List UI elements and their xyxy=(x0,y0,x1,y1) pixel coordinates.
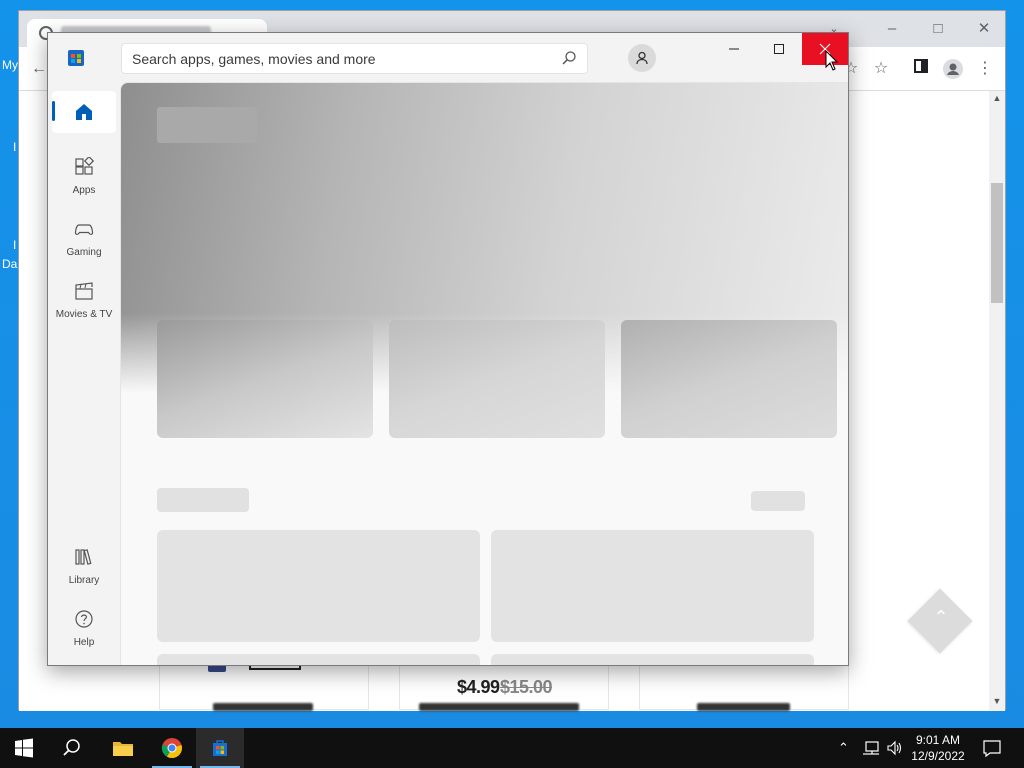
tile-placeholder[interactable] xyxy=(491,530,814,642)
nav-item-apps[interactable]: Apps xyxy=(52,149,116,205)
nav-label-help: Help xyxy=(73,637,95,648)
file-explorer-button[interactable] xyxy=(98,728,146,768)
nav-item-help[interactable]: Help xyxy=(52,601,116,657)
taskbar: ⌃ 9:01 AM 12/9/2022 xyxy=(0,728,1024,768)
store-window: Apps Gaming Movies & TV Library xyxy=(47,32,849,666)
home-icon xyxy=(76,104,92,120)
clock-time: 9:01 AM xyxy=(915,733,961,747)
desktop-label-fragment: I xyxy=(13,238,17,252)
navigation-rail: Apps Gaming Movies & TV Library Help xyxy=(48,83,120,665)
library-icon xyxy=(75,549,92,565)
nav-label-apps: Apps xyxy=(72,185,96,196)
chrome-icon xyxy=(161,738,182,759)
store-taskbar-button[interactable] xyxy=(196,728,244,768)
network-icon[interactable] xyxy=(862,740,880,756)
chrome-maximize-button[interactable]: □ xyxy=(915,15,961,43)
profile-avatar-icon[interactable] xyxy=(943,59,963,79)
search-icon[interactable] xyxy=(561,50,577,66)
chrome-close-button[interactable]: ✕ xyxy=(961,15,1007,43)
search-button[interactable] xyxy=(48,728,96,768)
see-all-placeholder[interactable] xyxy=(751,491,805,511)
desktop-label-fragment: My xyxy=(2,58,18,72)
apps-icon xyxy=(75,157,94,175)
search-box[interactable] xyxy=(121,43,588,74)
start-button[interactable] xyxy=(0,728,48,768)
chrome-menu-icon[interactable]: ⋮ xyxy=(975,59,995,79)
help-icon xyxy=(75,610,93,628)
product-title-cut xyxy=(419,703,579,711)
windows-logo-icon xyxy=(15,738,33,758)
tile-placeholder[interactable] xyxy=(491,654,814,665)
product-price-cut xyxy=(697,703,790,711)
clock-date: 12/9/2022 xyxy=(911,749,965,763)
hero-card-placeholder[interactable] xyxy=(621,320,837,438)
product-old-price: $15.00 xyxy=(500,677,553,697)
page-scrollbar[interactable]: ▲ ▼ xyxy=(989,91,1005,711)
scroll-up-icon[interactable]: ▲ xyxy=(992,93,1002,103)
store-icon xyxy=(213,740,227,756)
side-panel-icon[interactable] xyxy=(911,59,931,79)
person-icon xyxy=(636,51,648,65)
store-content xyxy=(120,82,848,665)
maximize-icon xyxy=(774,44,784,54)
system-clock[interactable]: 9:01 AM 12/9/2022 xyxy=(900,732,976,764)
nav-label-library: Library xyxy=(68,575,100,586)
hero-card-placeholder[interactable] xyxy=(389,320,605,438)
chrome-taskbar-button[interactable] xyxy=(148,728,196,768)
minimize-button[interactable] xyxy=(711,33,757,65)
back-arrow-icon[interactable]: ← xyxy=(29,59,49,79)
scroll-thumb[interactable] xyxy=(991,183,1003,303)
scroll-down-icon[interactable]: ▼ xyxy=(992,696,1002,706)
search-icon xyxy=(63,739,80,756)
game-controller-icon xyxy=(74,224,94,235)
nav-item-movies-tv[interactable]: Movies & TV xyxy=(52,273,116,329)
clapperboard-icon xyxy=(75,282,93,300)
nav-item-home[interactable] xyxy=(52,91,116,133)
mouse-cursor-icon xyxy=(825,50,839,71)
account-button[interactable] xyxy=(628,44,656,72)
product-price-cut xyxy=(213,703,313,711)
bookmark-star-icon[interactable]: ☆ xyxy=(871,59,891,79)
chevron-up-icon: ⌃ xyxy=(933,607,949,627)
chevron-up-icon[interactable]: ⌃ xyxy=(838,740,849,756)
desktop-label-fragment: I xyxy=(13,140,17,154)
product-price: $4.99 xyxy=(457,677,500,697)
search-input[interactable] xyxy=(132,44,552,73)
nav-label-movies-tv: Movies & TV xyxy=(55,309,113,320)
nav-label-gaming: Gaming xyxy=(66,247,102,258)
hero-title-placeholder xyxy=(157,107,257,143)
folder-icon xyxy=(113,742,133,756)
nav-item-library[interactable]: Library xyxy=(52,539,116,595)
maximize-button[interactable] xyxy=(756,33,802,65)
store-logo-icon xyxy=(68,50,84,66)
hero-card-placeholder[interactable] xyxy=(157,320,373,438)
minimize-icon xyxy=(729,48,739,50)
section-title-placeholder xyxy=(157,488,249,512)
notification-center-icon[interactable] xyxy=(982,738,1002,758)
tile-placeholder[interactable] xyxy=(157,654,480,665)
nav-item-gaming[interactable]: Gaming xyxy=(52,211,116,267)
selected-indicator xyxy=(52,101,55,121)
desktop-label-fragment: Da xyxy=(2,257,18,271)
tile-placeholder[interactable] xyxy=(157,530,480,642)
chrome-minimize-button[interactable]: – xyxy=(869,15,915,43)
store-titlebar[interactable] xyxy=(48,33,848,83)
